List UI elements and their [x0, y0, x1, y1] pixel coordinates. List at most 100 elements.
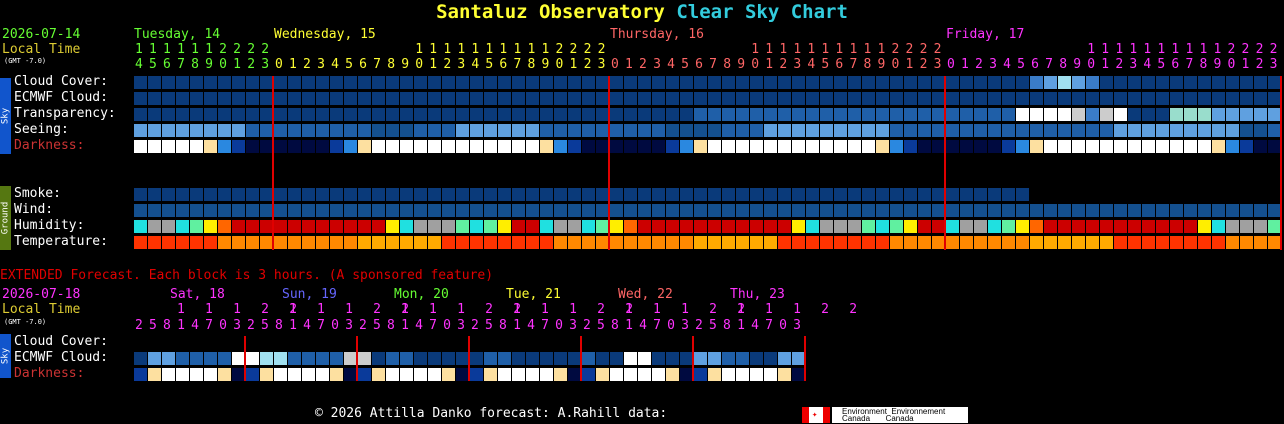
humidity-cell[interactable] [638, 220, 651, 233]
humidity-cell[interactable] [190, 220, 203, 233]
temperature-cell[interactable] [652, 236, 665, 249]
smoke-cell[interactable] [610, 188, 623, 201]
extended-ecmwf-cell[interactable] [764, 352, 777, 365]
humidity-cell[interactable] [414, 220, 427, 233]
smoke-cell[interactable] [834, 188, 847, 201]
ecmwf-cloud-cell[interactable] [722, 92, 735, 105]
transparency-cell[interactable] [246, 108, 259, 121]
seeing-cell[interactable] [666, 124, 679, 137]
ecmwf-cloud-cell[interactable] [414, 92, 427, 105]
temperature-cell[interactable] [232, 236, 245, 249]
humidity-cell[interactable] [288, 220, 301, 233]
darkness-cell[interactable] [596, 140, 609, 153]
cloud-cover-cell[interactable] [946, 76, 959, 89]
transparency-cell[interactable] [1184, 108, 1197, 121]
transparency-cell[interactable] [1044, 108, 1057, 121]
humidity-cell[interactable] [442, 220, 455, 233]
seeing-cell[interactable] [1170, 124, 1183, 137]
cloud-cover-cell[interactable] [820, 76, 833, 89]
temperature-cell[interactable] [442, 236, 455, 249]
wind-cell[interactable] [190, 204, 203, 217]
cloud-cover-cell[interactable] [484, 76, 497, 89]
humidity-cell[interactable] [946, 220, 959, 233]
seeing-cell[interactable] [610, 124, 623, 137]
humidity-cell[interactable] [316, 220, 329, 233]
ecmwf-cloud-cell[interactable] [1100, 92, 1113, 105]
seeing-cell[interactable] [918, 124, 931, 137]
seeing-cell[interactable] [1044, 124, 1057, 137]
seeing-cell[interactable] [232, 124, 245, 137]
cloud-cover-cell[interactable] [890, 76, 903, 89]
temperature-cell[interactable] [428, 236, 441, 249]
cloud-cover-cell[interactable] [610, 76, 623, 89]
extended-cloud-label[interactable]: Cloud Cover: [14, 334, 108, 350]
temperature-cell[interactable] [274, 236, 287, 249]
humidity-cell[interactable] [1254, 220, 1267, 233]
temperature-cell[interactable] [708, 236, 721, 249]
cloud-cover-cell[interactable] [274, 76, 287, 89]
humidity-cell[interactable] [918, 220, 931, 233]
extended-darkness-cell[interactable] [568, 368, 581, 381]
extended-ecmwf-cell[interactable] [414, 352, 427, 365]
smoke-cell[interactable] [386, 188, 399, 201]
darkness-cell[interactable] [582, 140, 595, 153]
cloud-cover-cell[interactable] [554, 76, 567, 89]
humidity-cell[interactable] [148, 220, 161, 233]
extended-ecmwf-cell[interactable] [372, 352, 385, 365]
cloud-cover-cell[interactable] [148, 76, 161, 89]
extended-darkness-cell[interactable] [288, 368, 301, 381]
extended-ecmwf-cell[interactable] [428, 352, 441, 365]
transparency-cell[interactable] [470, 108, 483, 121]
wind-cell[interactable] [764, 204, 777, 217]
smoke-cell[interactable] [442, 188, 455, 201]
seeing-cell[interactable] [162, 124, 175, 137]
transparency-cell[interactable] [694, 108, 707, 121]
humidity-cell[interactable] [540, 220, 553, 233]
wind-cell[interactable] [918, 204, 931, 217]
cloud-cover-cell[interactable] [932, 76, 945, 89]
extended-darkness-cell[interactable] [260, 368, 273, 381]
darkness-cell[interactable] [1156, 140, 1169, 153]
ecmwf-cloud-cell[interactable] [134, 92, 147, 105]
darkness-cell[interactable] [1086, 140, 1099, 153]
temperature-cell[interactable] [1142, 236, 1155, 249]
cloud-cover-cell[interactable] [582, 76, 595, 89]
seeing-cell[interactable] [652, 124, 665, 137]
temperature-cell[interactable] [288, 236, 301, 249]
wind-cell[interactable] [218, 204, 231, 217]
extended-ecmwf-cell[interactable] [582, 352, 595, 365]
humidity-cell[interactable] [862, 220, 875, 233]
temperature-cell[interactable] [470, 236, 483, 249]
wind-cell[interactable] [400, 204, 413, 217]
transparency-cell[interactable] [554, 108, 567, 121]
ecmwf-cloud-cell[interactable] [1212, 92, 1225, 105]
extended-ecmwf-cell[interactable] [302, 352, 315, 365]
wind-cell[interactable] [834, 204, 847, 217]
extended-ecmwf-cell[interactable] [344, 352, 357, 365]
transparency-cell[interactable] [666, 108, 679, 121]
wind-cell[interactable] [302, 204, 315, 217]
ecmwf-cloud-cell[interactable] [176, 92, 189, 105]
transparency-cell[interactable] [1156, 108, 1169, 121]
humidity-cell[interactable] [526, 220, 539, 233]
temperature-cell[interactable] [596, 236, 609, 249]
cloud-cover-cell[interactable] [680, 76, 693, 89]
wind-cell[interactable] [274, 204, 287, 217]
cloud-cover-cell[interactable] [568, 76, 581, 89]
extended-ecmwf-cell[interactable] [246, 352, 259, 365]
smoke-cell[interactable] [680, 188, 693, 201]
transparency-cell[interactable] [862, 108, 875, 121]
ecmwf-cloud-cell[interactable] [400, 92, 413, 105]
seeing-cell[interactable] [246, 124, 259, 137]
seeing-cell[interactable] [1198, 124, 1211, 137]
ecmwf-cloud-cell[interactable] [932, 92, 945, 105]
darkness-cell[interactable] [1072, 140, 1085, 153]
seeing-cell[interactable] [372, 124, 385, 137]
smoke-cell[interactable] [596, 188, 609, 201]
transparency-cell[interactable] [904, 108, 917, 121]
humidity-cell[interactable] [568, 220, 581, 233]
cloud-cover-cell[interactable] [722, 76, 735, 89]
extended-darkness-cell[interactable] [316, 368, 329, 381]
temperature-cell[interactable] [890, 236, 903, 249]
ecmwf-cloud-cell[interactable] [1198, 92, 1211, 105]
